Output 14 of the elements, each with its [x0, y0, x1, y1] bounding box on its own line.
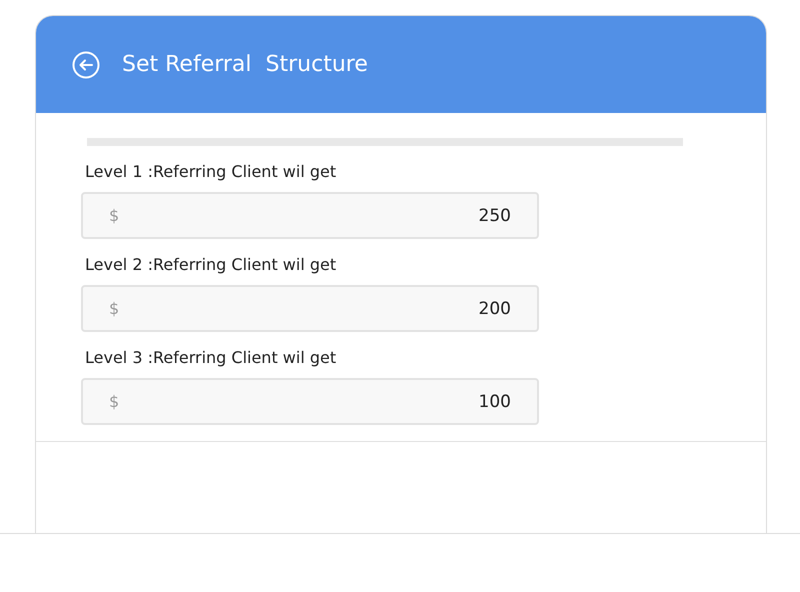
page-title: Set Referral Structure: [122, 52, 368, 77]
currency-symbol: $: [109, 392, 120, 411]
currency-symbol: $: [109, 299, 120, 318]
amount-value: 200: [478, 298, 511, 318]
amount-value: 250: [478, 206, 511, 226]
level-label: Level 1 :Referring Client wil get: [85, 161, 338, 183]
level-label: Level 2 :Referring Client wil get: [85, 254, 338, 276]
back-icon[interactable]: [72, 50, 100, 78]
amount-field[interactable]: $ 100: [81, 378, 539, 425]
level-label: Level 3 :Referring Client wil get: [85, 347, 338, 369]
amount-field[interactable]: $ 250: [81, 192, 539, 239]
currency-symbol: $: [109, 206, 120, 225]
amount-field[interactable]: $ 200: [81, 285, 539, 332]
amount-value: 100: [478, 392, 511, 412]
